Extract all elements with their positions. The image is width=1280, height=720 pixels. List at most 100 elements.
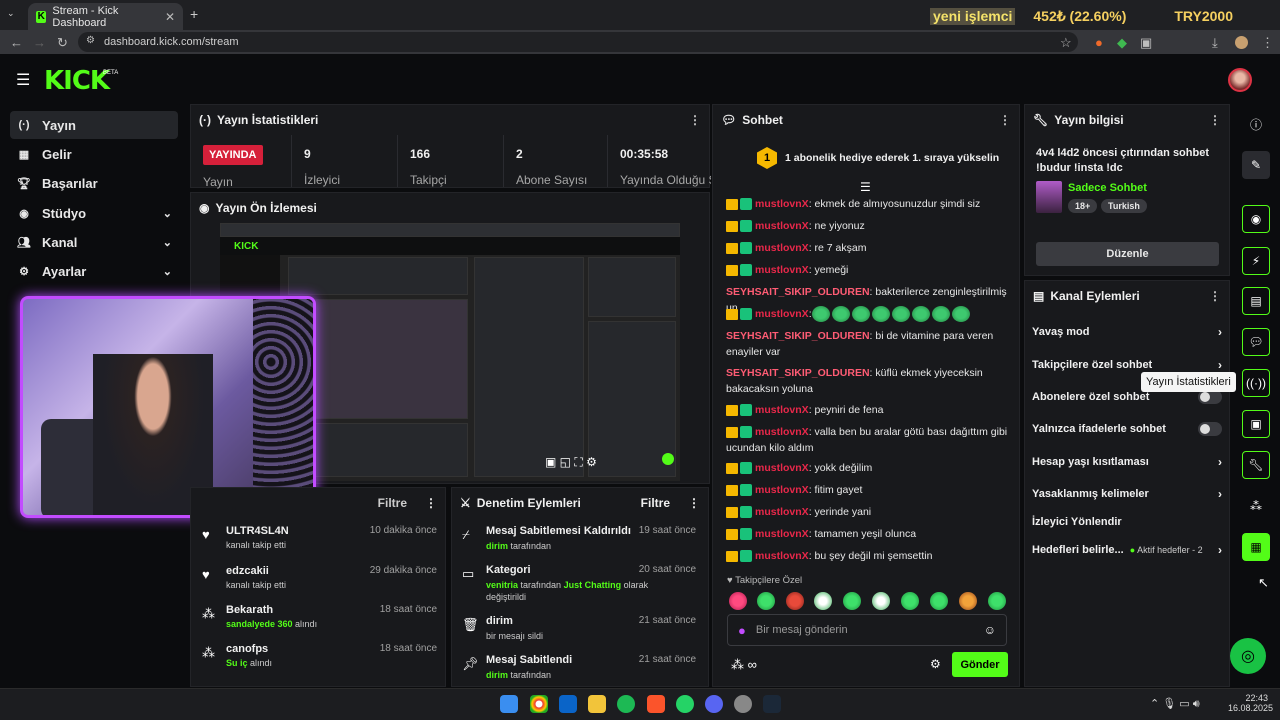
action-account-age[interactable]: Hesap yaşı kısıtlaması › <box>1032 452 1222 472</box>
folder-icon[interactable] <box>588 695 606 713</box>
chat-username[interactable]: mustlovnX <box>755 220 809 232</box>
chat-username[interactable]: mustlovnX <box>755 484 809 496</box>
chat-username[interactable]: mustlovnX <box>755 506 809 518</box>
action-host[interactable]: İzleyici Yönlendir <box>1032 512 1222 532</box>
spotify-icon[interactable] <box>617 695 635 713</box>
emote-icon[interactable] <box>930 592 948 610</box>
action-slow-mode[interactable]: Yavaş mod › <box>1032 322 1222 342</box>
activity-user[interactable]: Bekarath <box>226 604 273 616</box>
reload-icon[interactable]: ↻ <box>57 35 68 51</box>
emote-icon[interactable] <box>757 592 775 610</box>
sidebar-item-gelir[interactable]: ▦ Gelir <box>10 140 178 168</box>
tab-list-icon[interactable]: ⌄ <box>7 8 15 19</box>
system-tray-icons[interactable]: ⌃ 🎙︎ ▭ 🔊︎ <box>1150 697 1200 711</box>
help-chat-button[interactable]: ◎ <box>1230 638 1266 674</box>
clock[interactable]: 22:43 16.08.2025 <box>1228 693 1273 713</box>
hamburger-icon[interactable]: ☰ <box>16 70 30 90</box>
tag-chip[interactable]: Turkish <box>1101 199 1147 213</box>
category-thumbnail[interactable] <box>1036 181 1062 213</box>
moderator-name[interactable]: dirim <box>486 670 508 680</box>
filter-button[interactable]: Filtre <box>378 496 407 510</box>
whatsapp-icon[interactable] <box>676 695 694 713</box>
points-icon[interactable]: ⁂ <box>1242 492 1270 520</box>
forward-icon[interactable]: → <box>33 35 46 50</box>
emotes-only-toggle[interactable] <box>1198 422 1222 436</box>
moderator-name[interactable]: venitria <box>486 580 518 590</box>
info-icon[interactable]: ⓘ <box>1242 110 1270 138</box>
filter-button[interactable]: Filtre <box>641 496 670 510</box>
mod-actions-icon[interactable]: ▣ <box>1242 410 1270 438</box>
chat-username[interactable]: SEYHSAIT_SIKIP_OLDUREN <box>726 367 870 379</box>
tag-chip[interactable]: 18+ <box>1068 199 1098 213</box>
app-icon[interactable]: ▦ <box>1242 533 1270 561</box>
chat-username[interactable]: mustlovnX <box>755 308 809 320</box>
edit-pencil-icon[interactable]: ✎ <box>1242 151 1270 179</box>
download-icon[interactable]: ⤓ <box>1212 35 1218 51</box>
url-bar[interactable]: dashboard.kick.com/stream <box>78 32 1078 52</box>
emote-icon[interactable] <box>786 592 804 610</box>
chat-username[interactable]: SEYHSAIT_SIKIP_OLDUREN <box>726 330 870 342</box>
lightning-icon[interactable]: ⚡︎ <box>1242 247 1270 275</box>
chat-username[interactable]: mustlovnX <box>755 264 809 276</box>
more-options-icon[interactable]: ⋮ <box>1209 289 1221 303</box>
subs-only-toggle[interactable] <box>1198 390 1222 404</box>
user-avatar[interactable] <box>1228 68 1252 92</box>
send-button[interactable]: Gönder <box>952 652 1008 677</box>
menu-kebab-icon[interactable]: ⋮ <box>1261 35 1274 51</box>
chat-username[interactable]: mustlovnX <box>755 404 809 416</box>
stats-broadcast-icon[interactable]: ((·)) <box>1242 369 1270 397</box>
chat-username[interactable]: mustlovnX <box>755 550 809 562</box>
expand-chevron-icon[interactable]: ☰ <box>860 180 871 194</box>
obs-icon[interactable] <box>734 695 752 713</box>
emote-icon[interactable] <box>729 592 747 610</box>
action-goals[interactable]: Hedefleri belirle... ● Aktif hedefler - 2… <box>1032 540 1222 560</box>
chat-username[interactable]: mustlovnX <box>755 426 809 438</box>
emote-icon[interactable] <box>988 592 1006 610</box>
steam-icon[interactable] <box>763 695 781 713</box>
kick-logo[interactable]: KICK <box>44 66 110 96</box>
site-info-icon[interactable]: ⚙ <box>86 35 95 46</box>
chat-rail-icon[interactable]: 💬︎ <box>1242 328 1270 356</box>
studio-rail-icon[interactable]: ◉ <box>1242 205 1270 233</box>
emote-icon[interactable] <box>872 592 890 610</box>
close-tab-icon[interactable]: ✕ <box>165 10 175 24</box>
shield-extension-icon[interactable]: ◆ <box>1117 35 1127 51</box>
extension-icon[interactable]: ● <box>1095 35 1103 50</box>
puzzle-icon[interactable]: ▣ <box>1140 35 1152 51</box>
back-icon[interactable]: ← <box>10 35 23 50</box>
more-options-icon[interactable]: ⋮ <box>689 113 701 127</box>
chat-input[interactable]: ● Bir mesaj gönderin ☺ <box>727 614 1007 646</box>
emote-icon[interactable] <box>814 592 832 610</box>
discord-icon[interactable] <box>705 695 723 713</box>
action-emotes-only[interactable]: Yalnızca ifadelerle sohbet <box>1032 419 1222 439</box>
moderator-name[interactable]: dirim <box>486 541 508 551</box>
document-icon[interactable]: ▤ <box>1242 287 1270 315</box>
chat-username[interactable]: mustlovnX <box>755 242 809 254</box>
category-name[interactable]: Sadece Sohbet <box>1068 182 1147 194</box>
emote-icon[interactable] <box>901 592 919 610</box>
sidebar-item-kanal[interactable]: 👥︎ Kanal ⌄ <box>10 228 178 256</box>
more-options-icon[interactable]: ⋮ <box>425 496 437 510</box>
moderation-action[interactable]: dirim <box>486 615 513 627</box>
edit-button[interactable]: Düzenle <box>1036 242 1219 266</box>
sidebar-item-basarilar[interactable]: 🏆︎ Başarılar <box>10 169 178 197</box>
chat-username[interactable]: mustlovnX <box>755 198 809 210</box>
sidebar-item-ayarlar[interactable]: ⚙ Ayarlar ⌄ <box>10 257 178 285</box>
activity-user[interactable]: edzcakii <box>226 565 269 577</box>
channel-points-icon[interactable]: ⁂ ∞ <box>731 657 757 673</box>
sidebar-item-studyo[interactable]: ◉ Stüdyo ⌄ <box>10 199 178 227</box>
profile-icon[interactable] <box>1235 36 1248 49</box>
emoji-icon[interactable]: ☺ <box>984 623 996 637</box>
sidebar-item-yayin[interactable]: (·) Yayın <box>10 111 178 139</box>
chat-settings-icon[interactable]: ⚙ <box>930 657 941 671</box>
outlook-icon[interactable] <box>559 695 577 713</box>
activity-user[interactable]: ULTR4SL4N <box>226 525 289 537</box>
chat-username[interactable]: SEYHSAIT_SIKIP_OLDUREN <box>726 286 870 298</box>
more-options-icon[interactable]: ⋮ <box>688 496 700 510</box>
browser-tab[interactable]: K Stream - Kick Dashboard ✕ <box>28 3 183 30</box>
action-banned-words[interactable]: Yasaklanmış kelimeler › <box>1032 484 1222 504</box>
brave-icon[interactable] <box>647 695 665 713</box>
more-options-icon[interactable]: ⋮ <box>1209 113 1221 127</box>
bookmark-star-icon[interactable]: ☆ <box>1060 35 1072 51</box>
chat-username[interactable]: mustlovnX <box>755 528 809 540</box>
